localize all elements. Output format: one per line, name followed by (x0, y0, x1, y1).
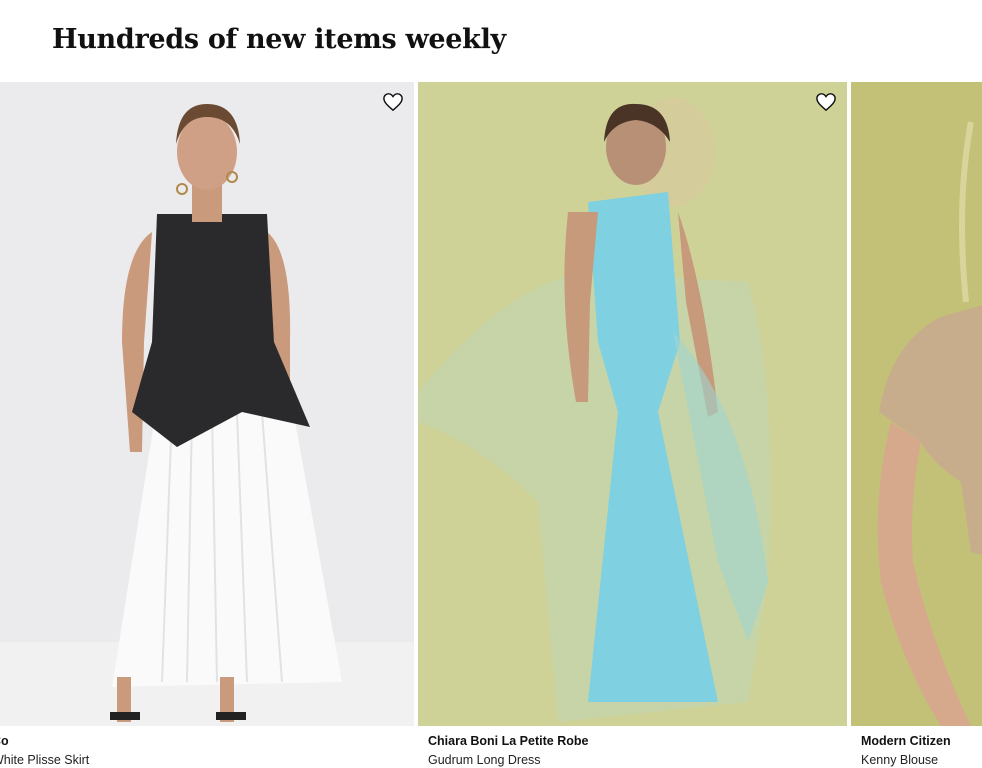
product-image[interactable] (0, 82, 414, 726)
product-carousel[interactable]: Co White Plisse Skirt Chiara Boni La Pet… (0, 82, 982, 768)
product-image[interactable] (418, 82, 847, 726)
favorite-heart-icon[interactable] (815, 92, 837, 112)
product-name[interactable]: Gudrum Long Dress (428, 753, 541, 767)
product-image[interactable] (851, 82, 982, 726)
product-brand[interactable]: Co (0, 734, 9, 748)
product-brand[interactable]: Chiara Boni La Petite Robe (428, 734, 588, 748)
product-name[interactable]: Kenny Blouse (861, 753, 938, 767)
product-card[interactable]: Modern Citizen Kenny Blouse (851, 82, 982, 768)
product-name[interactable]: White Plisse Skirt (0, 753, 89, 767)
product-brand[interactable]: Modern Citizen (861, 734, 951, 748)
favorite-heart-icon[interactable] (382, 92, 404, 112)
section-title: Hundreds of new items weekly (52, 24, 506, 55)
product-card[interactable]: Co White Plisse Skirt (0, 82, 414, 768)
product-card[interactable]: Chiara Boni La Petite Robe Gudrum Long D… (418, 82, 847, 768)
